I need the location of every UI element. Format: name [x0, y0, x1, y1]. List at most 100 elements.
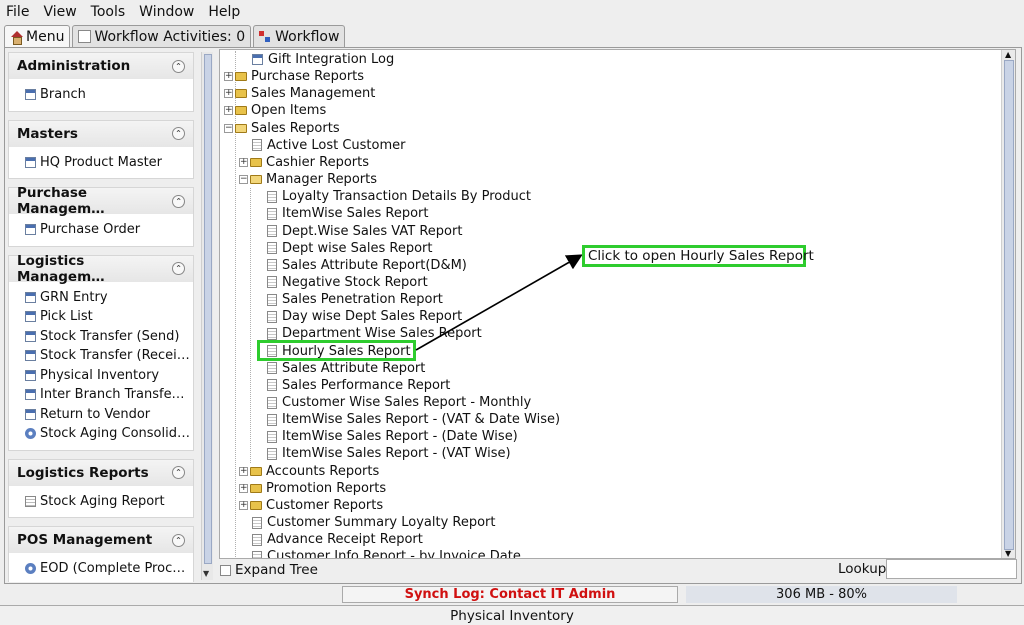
menu-window[interactable]: Window — [139, 4, 194, 20]
sidebar-item-stock-transfer-recei[interactable]: Stock Transfer (Recei… — [9, 346, 193, 366]
sidebar-item-grn-entry[interactable]: GRN Entry — [9, 288, 193, 308]
tree-scrollbar[interactable]: ▲ ▼ — [1001, 50, 1015, 558]
tree-item-customer-info-report-by-invoice-date[interactable]: Customer Info Report - by Invoice Date — [252, 548, 521, 558]
workflow-icon — [259, 30, 272, 43]
tree-node-label: Negative Stock Report — [282, 274, 428, 290]
collapse-icon[interactable]: ⌃ — [172, 262, 185, 275]
collapse-icon[interactable]: ⌃ — [172, 194, 185, 208]
tab-workflow[interactable]: Workflow — [253, 25, 346, 47]
tree-folder-cashier-reports[interactable]: + Cashier Reports — [239, 154, 369, 171]
window-icon — [252, 54, 263, 65]
tab-strip: Menu Workflow Activities: 0 Workflow — [4, 25, 347, 48]
menu-file[interactable]: File — [6, 4, 29, 20]
sidebar-scrollbar[interactable]: ▼ — [201, 52, 213, 580]
sidebar-item-inter-branch-transfe[interactable]: Inter Branch Transfe… — [9, 385, 193, 405]
expand-toggle-icon[interactable]: + — [239, 500, 248, 510]
folder-icon — [250, 500, 262, 510]
collapse-icon[interactable]: ⌃ — [172, 466, 185, 479]
tree-folder-sales-management[interactable]: + Sales Management — [224, 85, 375, 102]
collapse-toggle-icon[interactable]: − — [224, 123, 233, 133]
scroll-down-arrow-icon[interactable]: ▼ — [1005, 549, 1011, 558]
tree-folder-sales-reports[interactable]: − Sales Reports — [224, 120, 340, 137]
sidebar-item-stock-transfer-send[interactable]: Stock Transfer (Send) — [9, 327, 193, 347]
sidebar-item-pick-list[interactable]: Pick List — [9, 307, 193, 327]
page-icon — [267, 327, 277, 340]
sidebar-section: Masters ⌃ HQ Product Master — [8, 119, 194, 179]
tree-folder-customer-reports[interactable]: + Customer Reports — [239, 497, 383, 514]
collapse-icon[interactable]: ⌃ — [172, 533, 185, 547]
menu-view[interactable]: View — [43, 4, 76, 20]
sidebar-section-header[interactable]: Logistics Reports ⌃ — [9, 459, 193, 486]
memory-indicator: 306 MB - 80% — [686, 586, 957, 603]
sidebar-item-branch[interactable]: Branch — [9, 85, 193, 105]
tree-folder-promotion-reports[interactable]: + Promotion Reports — [239, 480, 386, 497]
scroll-down-arrow-icon[interactable]: ▼ — [203, 569, 209, 578]
sidebar-item-eod-complete-proc[interactable]: EOD (Complete Proc… — [9, 559, 193, 579]
tree-item-loyalty-transaction-details-by-product[interactable]: Loyalty Transaction Details By Product — [267, 188, 531, 205]
sidebar-item-pos[interactable]: POS — [9, 579, 193, 582]
collapse-icon[interactable]: ⌃ — [172, 127, 185, 140]
sidebar-item-return-to-vendor[interactable]: Return to Vendor — [9, 405, 193, 425]
expand-tree-checkbox[interactable]: Expand Tree — [220, 561, 318, 579]
tree-item-active-lost-customer[interactable]: Active Lost Customer — [252, 137, 405, 154]
sidebar-section-header[interactable]: POS Management ⌃ — [9, 527, 193, 553]
sidebar-scroll-thumb[interactable] — [204, 54, 212, 564]
expand-toggle-icon[interactable]: + — [239, 157, 248, 167]
tree-item-customer-summary-loyalty-report[interactable]: Customer Summary Loyalty Report — [252, 514, 496, 531]
tree-item-dept-wise-sales-vat-report[interactable]: Dept.Wise Sales VAT Report — [267, 223, 462, 240]
sidebar-section-header[interactable]: Purchase Managem… ⌃ — [9, 185, 193, 217]
tree-item-advance-receipt-report[interactable]: Advance Receipt Report — [252, 531, 423, 548]
sidebar-item-purchase-order[interactable]: Purchase Order — [9, 220, 193, 240]
tree-item-itemwise-sales-report[interactable]: ItemWise Sales Report — [267, 205, 429, 222]
tree-item-day-wise-dept-sales-report[interactable]: Day wise Dept Sales Report — [267, 308, 462, 325]
sidebar-section-header[interactable]: Administration ⌃ — [9, 53, 193, 79]
tree-item-itemwise-sales-report-vat-date-wise[interactable]: ItemWise Sales Report - (VAT & Date Wise… — [267, 411, 560, 428]
tree-item-sales-performance-report[interactable]: Sales Performance Report — [267, 377, 450, 394]
tree-node-label: Cashier Reports — [266, 154, 370, 170]
tree-item-itemwise-sales-report-date-wise[interactable]: ItemWise Sales Report - (Date Wise) — [267, 428, 518, 445]
tree-item-negative-stock-report[interactable]: Negative Stock Report — [267, 274, 428, 291]
tree-node-label: Sales Reports — [251, 120, 340, 136]
tree-folder-accounts-reports[interactable]: + Accounts Reports — [239, 463, 379, 480]
lookup-input[interactable] — [886, 559, 1017, 579]
tree-item-sales-attribute-report[interactable]: Sales Attribute Report — [267, 360, 425, 377]
sidebar-item-stock-aging-report[interactable]: Stock Aging Report — [9, 492, 193, 512]
tree-item-sales-penetration-report[interactable]: Sales Penetration Report — [267, 291, 443, 308]
menu-tools[interactable]: Tools — [91, 4, 126, 20]
synch-log-button[interactable]: Synch Log: Contact IT Admin — [342, 586, 678, 603]
tab-menu[interactable]: Menu — [4, 25, 71, 48]
sidebar-item-physical-inventory[interactable]: Physical Inventory — [9, 366, 193, 386]
sidebar-item-label: Branch — [40, 87, 86, 103]
page-icon — [252, 550, 262, 558]
collapse-icon[interactable]: ⌃ — [172, 59, 185, 73]
tree-folder-open-items[interactable]: + Open Items — [224, 102, 326, 119]
checkbox-icon[interactable] — [220, 564, 231, 576]
tree-item-sales-attribute-report-d-m[interactable]: Sales Attribute Report(D&M) — [267, 257, 467, 274]
sidebar-item-stock-aging-consolid[interactable]: Stock Aging Consolid… — [9, 424, 193, 444]
menu-tree: Gift Integration Log + Purchase Reports + Sa… — [219, 49, 1016, 559]
tree-scroll-thumb[interactable] — [1004, 60, 1014, 550]
expand-toggle-icon[interactable]: + — [239, 466, 248, 476]
menu-help[interactable]: Help — [208, 4, 240, 20]
collapse-toggle-icon[interactable]: − — [239, 175, 248, 185]
scroll-up-arrow-icon[interactable]: ▲ — [1005, 50, 1011, 59]
tree-item-customer-wise-sales-report-monthly[interactable]: Customer Wise Sales Report - Monthly — [267, 394, 531, 411]
tree-node-label: ItemWise Sales Report - (VAT Wise) — [282, 446, 511, 462]
tree-folder-purchase-reports[interactable]: + Purchase Reports — [224, 68, 364, 85]
tree-folder-manager-reports[interactable]: − Manager Reports — [239, 171, 377, 188]
expand-toggle-icon[interactable]: + — [239, 483, 248, 493]
expand-toggle-icon[interactable]: + — [224, 106, 233, 116]
tree-node-label: Sales Performance Report — [282, 377, 451, 393]
tab-workflow-activities[interactable]: Workflow Activities: 0 — [72, 25, 252, 47]
tree-item-itemwise-sales-report-vat-wise[interactable]: ItemWise Sales Report - (VAT Wise) — [267, 445, 511, 462]
sidebar-section-header[interactable]: Logistics Managem… ⌃ — [9, 253, 193, 285]
sidebar-item-hq-product-master[interactable]: HQ Product Master — [9, 153, 193, 173]
expand-toggle-icon[interactable]: + — [224, 72, 233, 82]
tree-item-dept-wise-sales-report[interactable]: Dept wise Sales Report — [267, 240, 432, 257]
sidebar-section-header[interactable]: Masters ⌃ — [9, 120, 193, 147]
tree-node-label: Purchase Reports — [251, 69, 365, 85]
expand-toggle-icon[interactable]: + — [224, 89, 233, 99]
tree-item-gift-integration-log[interactable]: Gift Integration Log — [252, 51, 394, 68]
open-folder-icon — [235, 123, 247, 133]
tree-node-label: ItemWise Sales Report - (VAT & Date Wise… — [282, 412, 561, 428]
